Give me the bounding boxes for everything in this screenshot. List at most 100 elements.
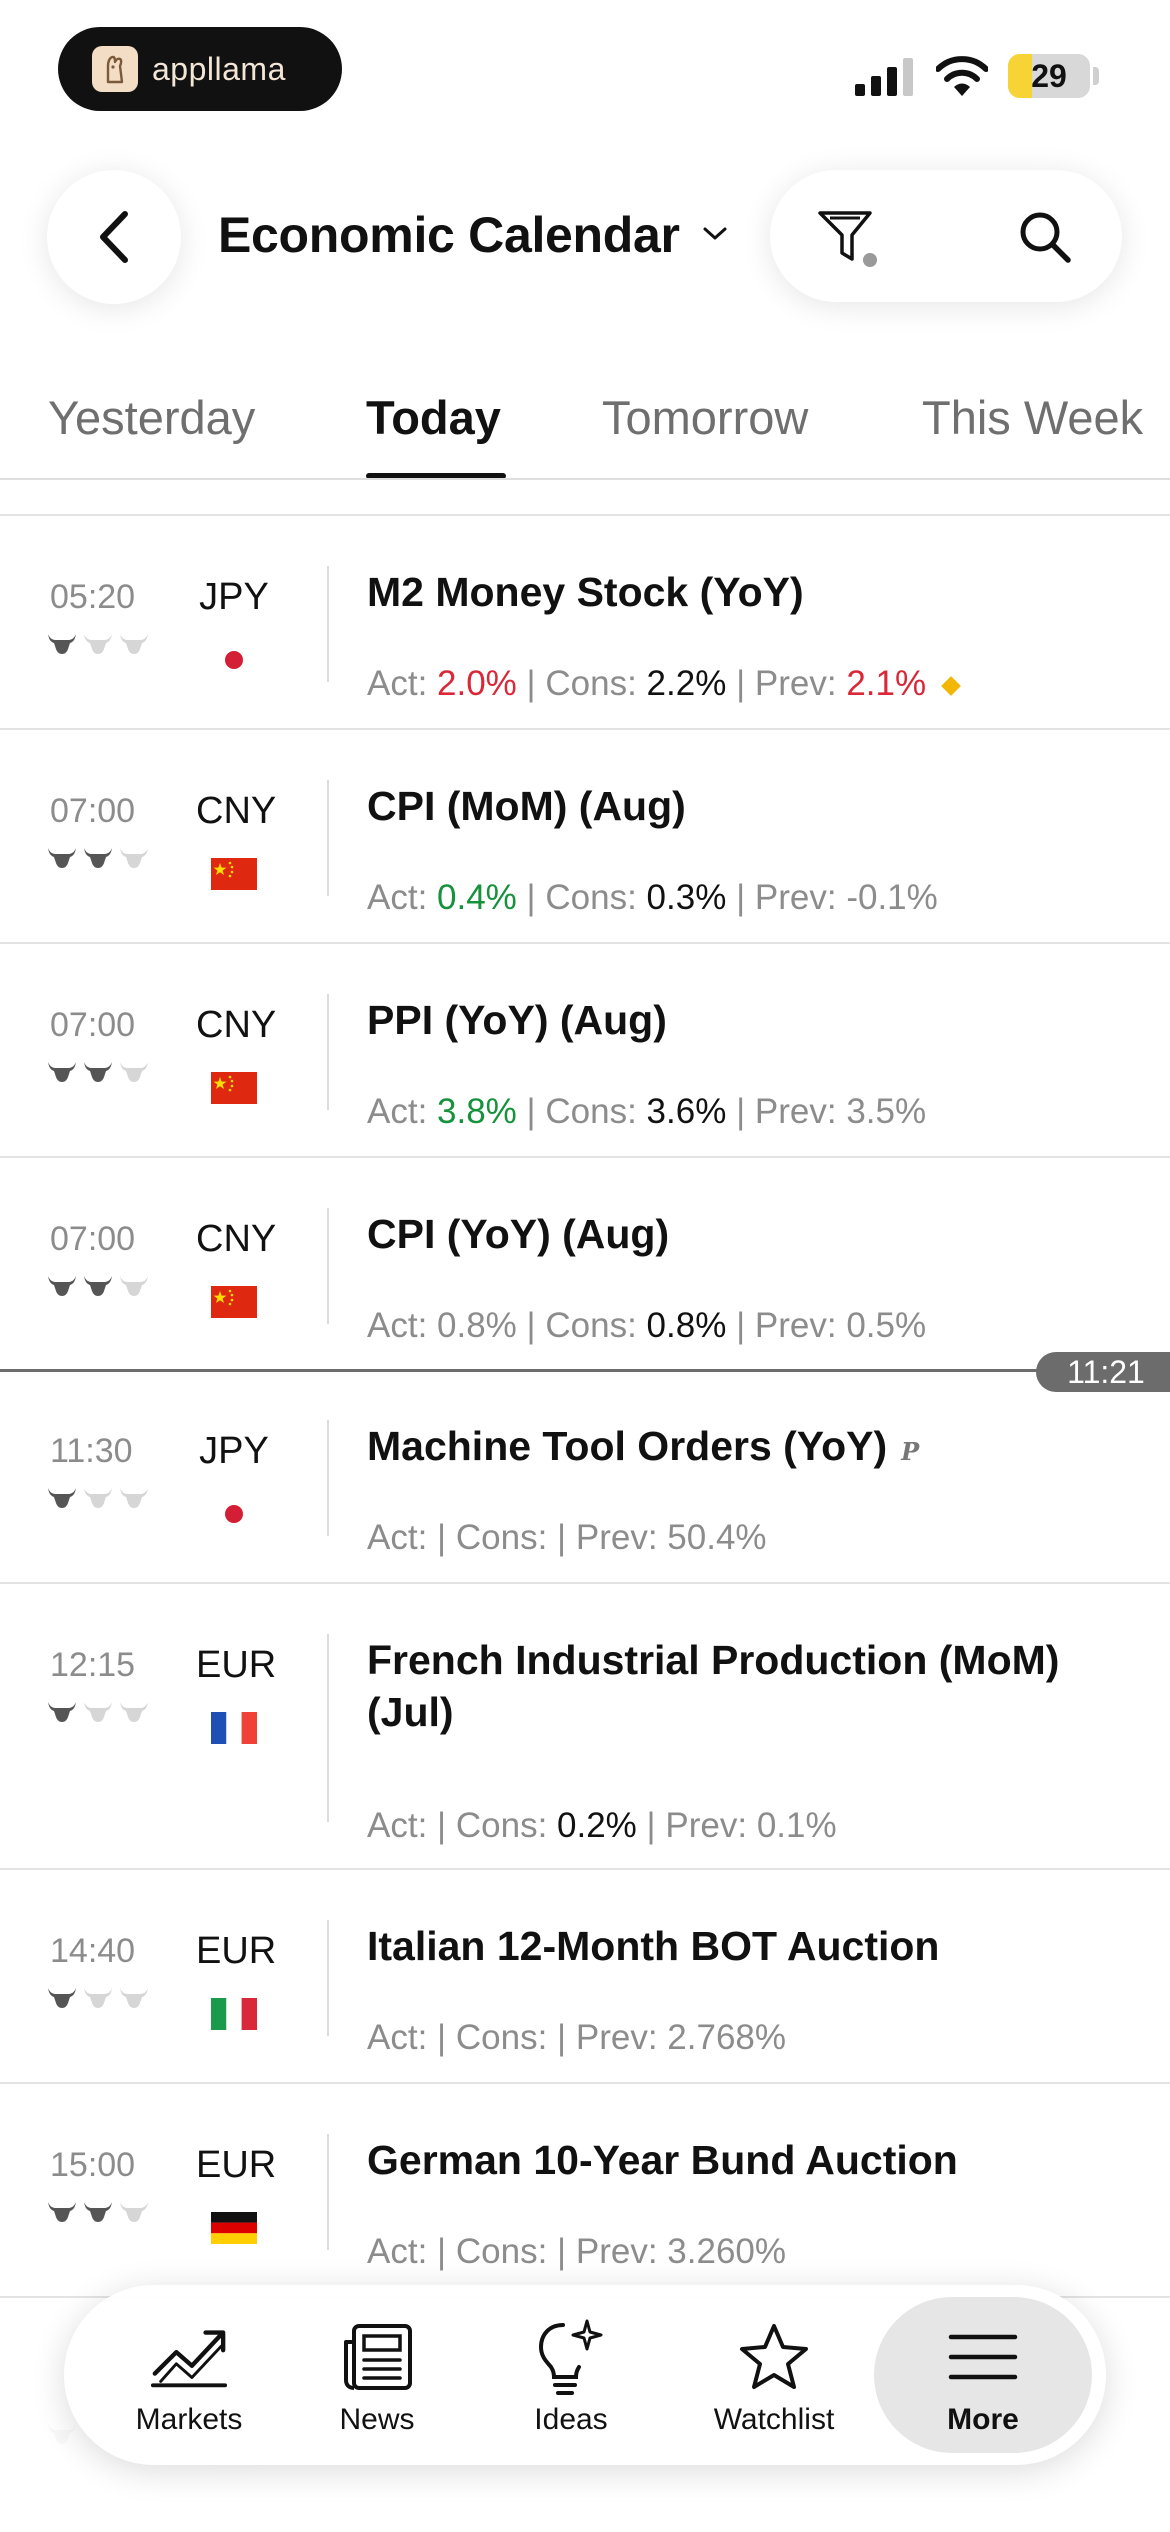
bull-icon — [48, 1276, 76, 1296]
event-title[interactable]: Machine Tool Orders (YoY) P — [367, 1420, 1127, 1478]
bull-icon — [84, 1276, 112, 1296]
flag-icon — [211, 644, 257, 676]
nav-markets[interactable]: Markets — [114, 2285, 264, 2465]
event-title[interactable]: French Industrial Production (MoM) (Jul) — [367, 1634, 1127, 1738]
event-title[interactable]: German 10-Year Bund Auction — [367, 2134, 1127, 2186]
current-time-badge: 11:21 — [1036, 1352, 1170, 1392]
previous-value: 3.5% — [846, 1092, 927, 1131]
value-separator: | — [736, 1306, 746, 1345]
nav-more[interactable]: More — [918, 2285, 1048, 2465]
bull-icon — [84, 634, 112, 654]
value-separator: | — [736, 878, 746, 917]
bull-icon — [48, 848, 76, 868]
previous-value: 2.1% — [846, 664, 927, 703]
actual-value: 0.8% — [437, 1306, 517, 1345]
importance-rating — [46, 2198, 150, 2224]
table-row[interactable]: 15:00 EUR German 10-Year Bund Auction Ac… — [0, 2086, 1170, 2298]
event-title[interactable]: Italian 12-Month BOT Auction — [367, 1920, 1127, 1972]
actual-value: 0.4% — [437, 878, 517, 917]
menu-icon — [943, 2317, 1023, 2397]
event-values: Act: | Cons: 0.2% | Prev: 0.1% — [367, 1806, 837, 1846]
importance-rating — [46, 630, 150, 656]
table-row[interactable]: 07:00 CNY CPI (MoM) (Aug) Act: 0.4% | Co… — [0, 732, 1170, 944]
chart-trend-icon — [149, 2317, 229, 2397]
bull-icon — [120, 634, 148, 654]
actual-value: 2.0% — [437, 664, 517, 703]
bull-icon — [84, 1488, 112, 1508]
importance-rating — [46, 1984, 150, 2010]
table-row[interactable]: 05:20 JPY M2 Money Stock (YoY) Act: 2.0%… — [0, 518, 1170, 730]
act-label: Act: — [367, 664, 428, 703]
bull-icon — [48, 2202, 76, 2222]
event-values: Act: 0.8% | Cons: 0.8% | Prev: 0.5% — [367, 1306, 926, 1346]
event-title[interactable]: CPI (MoM) (Aug) — [367, 780, 1127, 832]
table-row[interactable]: 11:30 JPY Machine Tool Orders (YoY) P Act… — [0, 1372, 1170, 1584]
bull-icon — [120, 1702, 148, 1722]
event-title-text: Italian 12-Month BOT Auction — [367, 1923, 940, 1969]
bull-icon — [120, 1488, 148, 1508]
act-label: Act: — [367, 1806, 428, 1845]
nav-label: Markets — [135, 2403, 243, 2436]
table-row[interactable]: 07:00 CNY CPI (YoY) (Aug) Act: 0.8% | Co… — [0, 1160, 1170, 1372]
event-time: 07:00 — [50, 1220, 136, 1258]
cons-label: Cons: — [455, 1518, 548, 1557]
previous-value: 0.1% — [756, 1806, 837, 1845]
row-divider — [327, 994, 329, 1110]
actual-value: 3.8% — [437, 1092, 517, 1131]
bull-icon — [120, 848, 148, 868]
nav-label: Ideas — [534, 2403, 608, 2436]
event-title[interactable]: M2 Money Stock (YoY) — [367, 566, 1127, 618]
event-title-text: CPI (MoM) (Aug) — [367, 783, 686, 829]
event-time: 15:00 — [50, 2146, 136, 2184]
previous-value: -0.1% — [846, 878, 938, 917]
event-title[interactable]: CPI (YoY) (Aug) — [367, 1208, 1127, 1260]
prev-label: Prev: — [754, 878, 837, 917]
bull-icon — [84, 1062, 112, 1082]
flag-icon — [211, 1712, 257, 1744]
flag-icon — [211, 858, 257, 890]
cons-label: Cons: — [455, 2018, 548, 2057]
act-label: Act: — [367, 1092, 428, 1131]
bull-icon — [48, 1988, 76, 2008]
cons-label: Cons: — [455, 2232, 548, 2271]
importance-rating — [46, 1272, 150, 1298]
prev-label: Prev: — [575, 1518, 658, 1557]
current-time-line — [0, 1369, 1040, 1372]
importance-rating — [46, 1058, 150, 1084]
bull-icon — [84, 1702, 112, 1722]
lightbulb-sparkle-icon — [531, 2317, 611, 2397]
table-row[interactable]: 12:15 EUR French Industrial Production (… — [0, 1586, 1170, 1870]
nav-ideas[interactable]: Ideas — [506, 2285, 636, 2465]
bull-icon — [84, 848, 112, 868]
bull-icon — [120, 1276, 148, 1296]
event-title-text: M2 Money Stock (YoY) — [367, 569, 804, 615]
cons-label: Cons: — [545, 664, 637, 703]
row-divider — [327, 2134, 329, 2250]
flag-icon — [211, 1498, 257, 1530]
nav-label: News — [339, 2403, 415, 2436]
bottom-navigation: Markets News Ideas Watchlist More — [64, 2285, 1106, 2465]
event-title-text: German 10-Year Bund Auction — [367, 2137, 958, 2183]
table-row[interactable]: 07:00 CNY PPI (YoY) (Aug) Act: 3.8% | Co… — [0, 946, 1170, 1158]
event-currency: JPY — [199, 576, 269, 618]
nav-label: More — [947, 2403, 1019, 2436]
nav-news[interactable]: News — [312, 2285, 442, 2465]
bull-icon — [120, 1062, 148, 1082]
event-values: Act: | Cons: | Prev: 2.768% — [367, 2018, 786, 2058]
value-separator: | — [557, 2018, 567, 2057]
prev-label: Prev: — [665, 1806, 748, 1845]
flag-icon — [211, 1286, 257, 1318]
event-title[interactable]: PPI (YoY) (Aug) — [367, 994, 1127, 1046]
bull-icon — [84, 2202, 112, 2222]
event-title-text: PPI (YoY) (Aug) — [367, 997, 667, 1043]
event-currency: CNY — [196, 790, 277, 832]
table-row[interactable]: 14:40 EUR Italian 12-Month BOT Auction A… — [0, 1872, 1170, 2084]
row-divider — [327, 1920, 329, 2036]
event-list: 05:20 JPY M2 Money Stock (YoY) Act: 2.0%… — [0, 0, 1170, 2532]
nav-watchlist[interactable]: Watchlist — [684, 2285, 864, 2465]
event-currency: EUR — [196, 1930, 277, 1972]
event-time: 07:00 — [50, 792, 136, 830]
bull-icon — [120, 2202, 148, 2222]
row-divider — [327, 1208, 329, 1324]
event-values: Act: 0.4% | Cons: 0.3% | Prev: -0.1% — [367, 878, 938, 918]
